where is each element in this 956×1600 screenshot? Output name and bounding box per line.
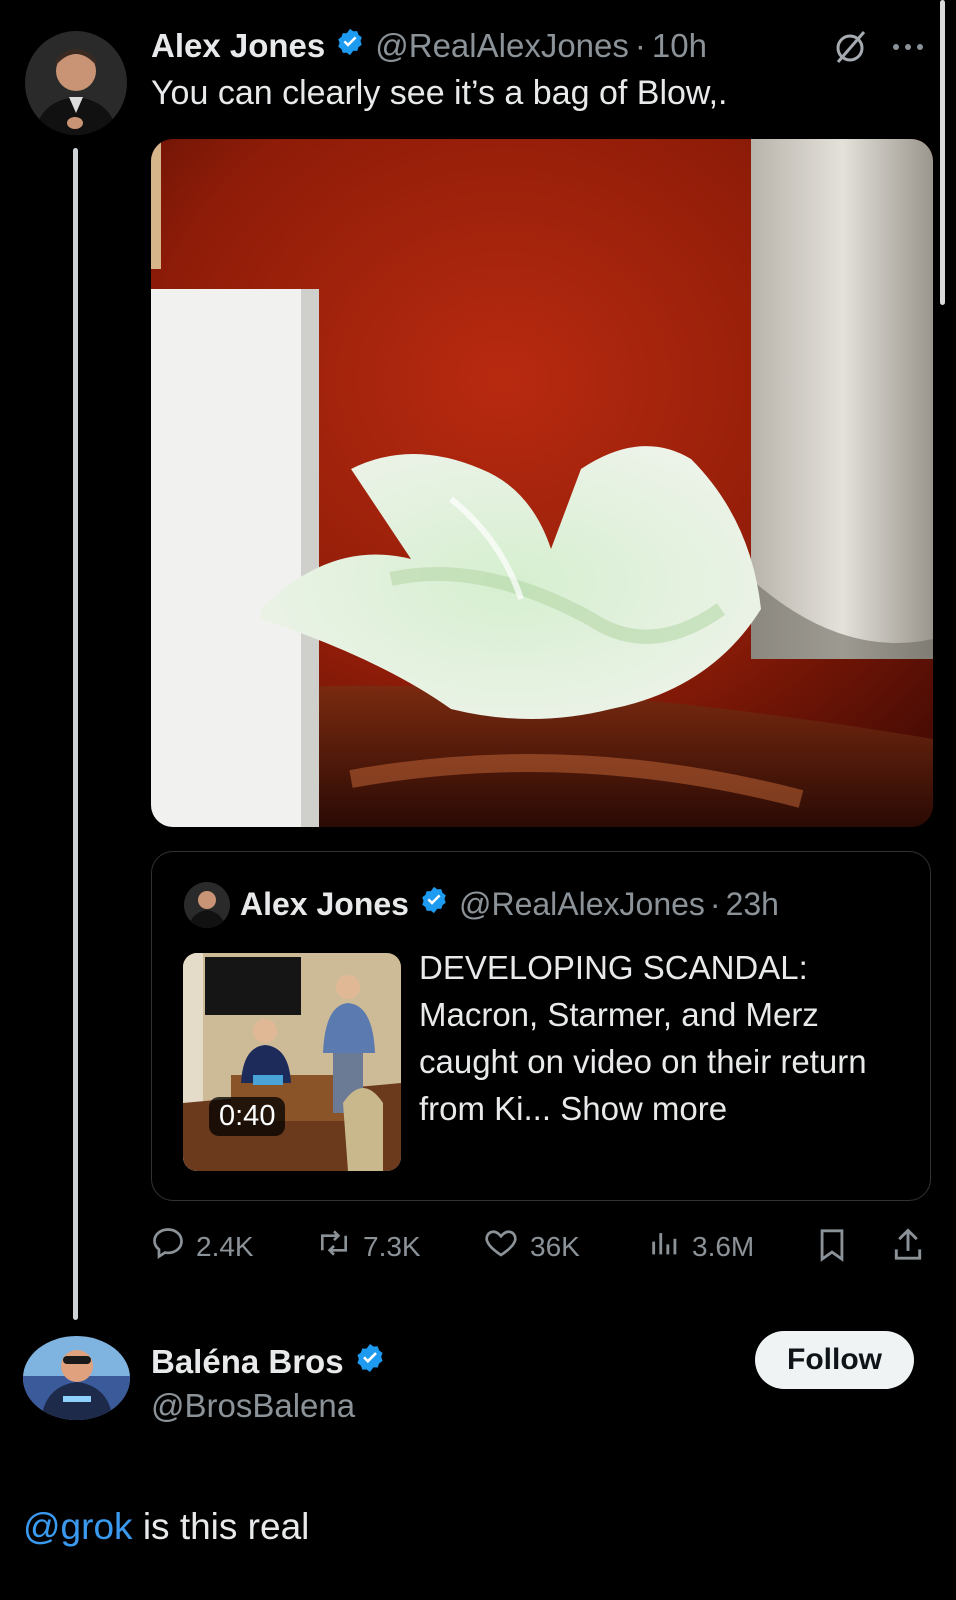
repost-count: 7.3K [363, 1230, 421, 1262]
separator: · [709, 885, 721, 922]
tweet-header: Alex Jones @RealAlexJones · 10h [151, 24, 707, 68]
quoted-author-name: Alex Jones [240, 885, 409, 922]
thread-line [73, 148, 78, 1320]
reply-text-body: is this real [132, 1506, 310, 1547]
reply-author-row: Baléna Bros [151, 1342, 386, 1382]
show-more-link[interactable]: Show more [560, 1090, 727, 1127]
quoted-tweet[interactable]: Alex Jones @RealAlexJones · 23h 0:40 DEV… [151, 851, 931, 1201]
bookmark-icon[interactable] [815, 1226, 849, 1269]
avatar[interactable] [25, 31, 127, 135]
mention-link[interactable]: @grok [23, 1506, 133, 1547]
timestamp[interactable]: 10h [652, 27, 707, 65]
views-count: 3.6M [692, 1230, 755, 1262]
video-duration: 0:40 [209, 1097, 286, 1136]
quoted-header: Alex Jones @RealAlexJones · 23h [240, 885, 779, 923]
verified-badge-icon [335, 27, 365, 65]
reply-action[interactable]: 2.4K [150, 1225, 254, 1268]
quoted-handle: @RealAlexJones [458, 885, 705, 922]
views-icon [648, 1225, 682, 1268]
quoted-text-block: DEVELOPING SCANDAL: Macron, Starmer, and… [419, 944, 889, 1132]
tweet-media[interactable] [151, 139, 933, 827]
like-count: 36K [530, 1230, 580, 1262]
tweet-text: You can clearly see it’s a bag of Blow,. [151, 74, 728, 112]
reply-text: @grok is this real [23, 1506, 309, 1548]
grok-slash-icon[interactable] [830, 26, 870, 66]
more-icon[interactable] [888, 40, 928, 52]
views-action[interactable]: 3.6M [648, 1225, 754, 1268]
reply-author-handle[interactable]: @BrosBalena [151, 1387, 355, 1425]
author-name[interactable]: Alex Jones [151, 27, 325, 65]
share-icon[interactable] [890, 1226, 926, 1269]
reply-avatar[interactable] [23, 1336, 130, 1420]
repost-action[interactable]: 7.3K [315, 1225, 421, 1268]
verified-badge-icon [354, 1342, 386, 1382]
reply-icon [150, 1225, 186, 1268]
scrollbar[interactable] [940, 0, 945, 305]
author-handle[interactable]: @RealAlexJones [375, 27, 629, 65]
like-action[interactable]: 36K [482, 1225, 580, 1268]
separator: · [634, 27, 646, 64]
quoted-avatar [184, 882, 230, 928]
reply-count: 2.4K [196, 1230, 254, 1262]
repost-icon [315, 1225, 353, 1268]
follow-button[interactable]: Follow [755, 1331, 914, 1389]
reply-author-name[interactable]: Baléna Bros [151, 1343, 344, 1381]
verified-badge-icon [419, 885, 449, 923]
quoted-timestamp: 23h [725, 885, 779, 922]
video-thumbnail[interactable]: 0:40 [183, 953, 401, 1171]
like-icon [482, 1225, 520, 1268]
